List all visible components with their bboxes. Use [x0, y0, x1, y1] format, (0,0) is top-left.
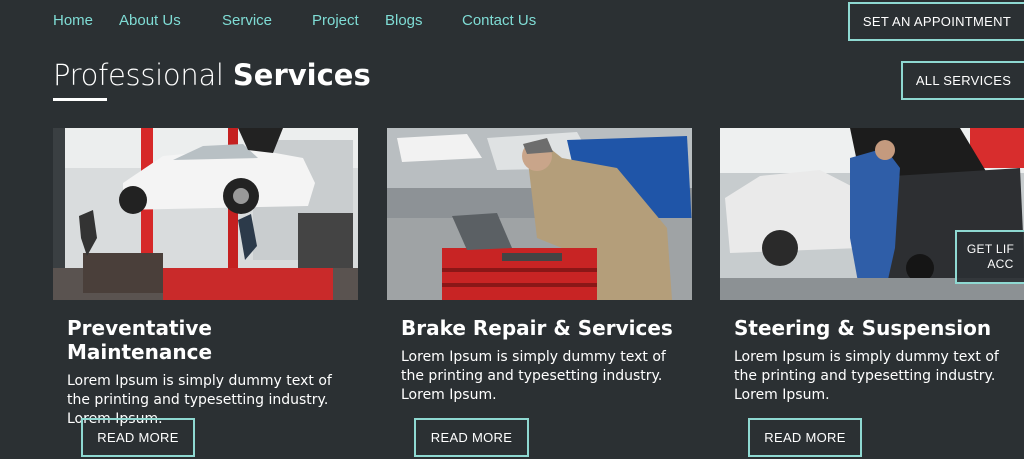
section-title-bold: Services [232, 58, 371, 92]
nav-service[interactable]: Service [222, 12, 272, 29]
read-more-button[interactable]: READ MORE [414, 418, 529, 457]
section-title-light: Professional [53, 58, 224, 92]
top-nav: Home About Us Service Project Blogs Cont… [0, 0, 1024, 42]
card-title: Preventative Maintenance [67, 316, 213, 364]
read-more-button[interactable]: READ MORE [81, 418, 195, 457]
floating-button-line1: GET LIF [966, 242, 1015, 256]
nav-about-us[interactable]: About Us [119, 12, 181, 29]
section-title: Professional Services [53, 58, 371, 92]
mechanic-laptop-image [387, 128, 692, 300]
card-title: Brake Repair & Services [401, 316, 673, 340]
read-more-button[interactable]: READ MORE [748, 418, 862, 457]
card-description: Lorem Ipsum is simply dummy text of the … [401, 349, 666, 403]
set-appointment-button[interactable]: SET AN APPOINTMENT [848, 2, 1024, 41]
car-on-lift-image [53, 128, 358, 300]
nav-contact-us[interactable]: Contact Us [462, 12, 536, 29]
title-underline [53, 98, 107, 101]
nav-blogs[interactable]: Blogs [385, 12, 423, 29]
service-card-brake: Brake Repair & Services Lorem Ipsum is s… [387, 128, 692, 405]
service-card-preventative: Preventative Maintenance Lorem Ipsum is … [53, 128, 358, 429]
nav-project[interactable]: Project [312, 12, 359, 29]
card-description: Lorem Ipsum is simply dummy text of the … [734, 349, 999, 403]
card-title: Steering & Suspension [734, 316, 992, 340]
floating-button-line2: ACC [987, 257, 1014, 271]
nav-home[interactable]: Home [53, 12, 93, 29]
get-life-access-button[interactable]: GET LIF ACC [955, 230, 1024, 284]
all-services-button[interactable]: ALL SERVICES [901, 61, 1024, 100]
